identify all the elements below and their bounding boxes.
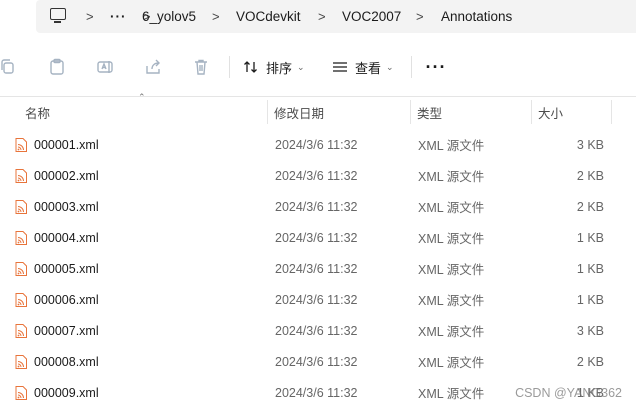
xml-file-icon — [15, 324, 27, 338]
delete-icon[interactable] — [190, 56, 212, 78]
xml-file-icon — [15, 386, 27, 400]
file-name[interactable]: 000001.xml — [34, 129, 99, 160]
file-row[interactable]: 000008.xml 2024/3/6 11:32 XML 源文件 2 KB — [0, 346, 636, 377]
file-modified-date: 2024/3/6 11:32 — [275, 230, 358, 245]
file-modified-date: 2024/3/6 11:32 — [275, 199, 358, 214]
xml-file-icon — [15, 200, 27, 214]
breadcrumb-annotations[interactable]: Annotations — [441, 0, 512, 33]
xml-file-icon — [15, 293, 27, 307]
file-modified-date: 2024/3/6 11:32 — [275, 261, 358, 276]
toolbar-divider-line — [0, 96, 636, 97]
file-size: 1 KB — [576, 261, 604, 276]
file-modified-date: 2024/3/6 11:32 — [275, 385, 358, 400]
chevron-right-icon[interactable]: > — [212, 0, 220, 33]
file-list: 000001.xml 2024/3/6 11:32 XML 源文件 3 KB 00000… — [0, 129, 636, 408]
file-type: XML 源文件 — [418, 294, 485, 308]
file-size: 2 KB — [576, 199, 604, 214]
column-size[interactable]: 大小 — [532, 98, 612, 126]
file-modified-date: 2024/3/6 11:32 — [275, 354, 358, 369]
xml-file-icon — [15, 169, 27, 183]
file-name[interactable]: 000003.xml — [34, 191, 99, 222]
file-name[interactable]: 000007.xml — [34, 315, 99, 346]
chevron-down-icon: ⌄ — [386, 61, 394, 72]
file-row[interactable]: 000007.xml 2024/3/6 11:32 XML 源文件 3 KB — [0, 315, 636, 346]
file-row[interactable]: 000002.xml 2024/3/6 11:32 XML 源文件 2 KB — [0, 160, 636, 191]
file-row[interactable]: 000003.xml 2024/3/6 11:32 XML 源文件 2 KB — [0, 191, 636, 222]
file-size: 1 KB — [576, 292, 604, 307]
xml-file-icon — [15, 355, 27, 369]
column-type[interactable]: 类型 — [411, 98, 531, 126]
file-row[interactable]: 000004.xml 2024/3/6 11:32 XML 源文件 1 KB — [0, 222, 636, 253]
file-name[interactable]: 000002.xml — [34, 160, 99, 191]
xml-file-icon — [15, 231, 27, 245]
address-bar: > ··· > 6_yolov5 > VOCdevkit > VOC2007 >… — [0, 0, 636, 34]
file-type: XML 源文件 — [418, 325, 485, 339]
file-size: 3 KB — [576, 137, 604, 152]
file-modified-date: 2024/3/6 11:32 — [275, 323, 358, 338]
xml-file-icon — [15, 262, 27, 276]
file-name[interactable]: 000006.xml — [34, 284, 99, 315]
file-row[interactable]: 000006.xml 2024/3/6 11:32 XML 源文件 1 KB — [0, 284, 636, 315]
view-button[interactable]: 查看 ⌄ — [332, 55, 394, 79]
file-size: 2 KB — [576, 168, 604, 183]
file-type: XML 源文件 — [418, 387, 485, 401]
command-bar: 排序 ⌄ 查看 ⌄ ··· — [0, 46, 636, 88]
file-name[interactable]: 000005.xml — [34, 253, 99, 284]
column-date[interactable]: 修改日期 — [268, 98, 410, 126]
toolbar-divider — [411, 56, 412, 78]
file-type: XML 源文件 — [418, 170, 485, 184]
column-name[interactable]: 名称 — [19, 98, 267, 126]
file-size: 2 KB — [576, 354, 604, 369]
file-type: XML 源文件 — [418, 201, 485, 215]
column-header: ⌃ 名称 修改日期 类型 大小 — [0, 92, 636, 126]
file-size: 3 KB — [576, 323, 604, 338]
xml-file-icon — [15, 138, 27, 152]
paste-icon[interactable] — [46, 56, 68, 78]
file-size: 1 KB — [576, 230, 604, 245]
column-divider[interactable] — [611, 100, 612, 124]
more-options-button[interactable]: ··· — [424, 55, 448, 79]
file-type: XML 源文件 — [418, 263, 485, 277]
breadcrumb-6-yolov5[interactable]: 6_yolov5 — [142, 0, 196, 33]
sort-label: 排序 — [266, 60, 293, 76]
file-name[interactable]: 000009.xml — [34, 377, 99, 408]
file-row[interactable]: 000001.xml 2024/3/6 11:32 XML 源文件 3 KB — [0, 129, 636, 160]
copy-icon[interactable] — [0, 56, 19, 78]
file-modified-date: 2024/3/6 11:32 — [275, 292, 358, 307]
view-icon — [332, 59, 348, 75]
file-name[interactable]: 000004.xml — [34, 222, 99, 253]
breadcrumb-vocdevkit[interactable]: VOCdevkit — [236, 0, 301, 33]
chevron-right-icon[interactable]: > — [318, 0, 326, 33]
chevron-down-icon: ⌄ — [297, 61, 305, 72]
file-type: XML 源文件 — [418, 232, 485, 246]
sort-button[interactable]: 排序 ⌄ — [243, 55, 305, 79]
this-pc-icon[interactable] — [50, 8, 66, 23]
chevron-right-icon[interactable]: > — [86, 0, 94, 33]
file-type: XML 源文件 — [418, 139, 485, 153]
rename-icon[interactable] — [94, 56, 116, 78]
share-icon[interactable] — [142, 56, 164, 78]
file-name[interactable]: 000008.xml — [34, 346, 99, 377]
toolbar-divider — [229, 56, 230, 78]
file-explorer-window: > ··· > 6_yolov5 > VOCdevkit > VOC2007 >… — [0, 0, 636, 409]
view-label: 查看 — [355, 60, 382, 76]
sort-icon — [243, 59, 259, 75]
watermark: CSDN @YANG362 — [515, 386, 622, 400]
file-modified-date: 2024/3/6 11:32 — [275, 168, 358, 183]
file-row[interactable]: 000005.xml 2024/3/6 11:32 XML 源文件 1 KB — [0, 253, 636, 284]
chevron-right-icon[interactable]: > — [416, 0, 424, 33]
file-modified-date: 2024/3/6 11:32 — [275, 137, 358, 152]
breadcrumb-voc2007[interactable]: VOC2007 — [342, 0, 401, 33]
file-type: XML 源文件 — [418, 356, 485, 370]
breadcrumb-overflow[interactable]: ··· — [110, 0, 127, 33]
